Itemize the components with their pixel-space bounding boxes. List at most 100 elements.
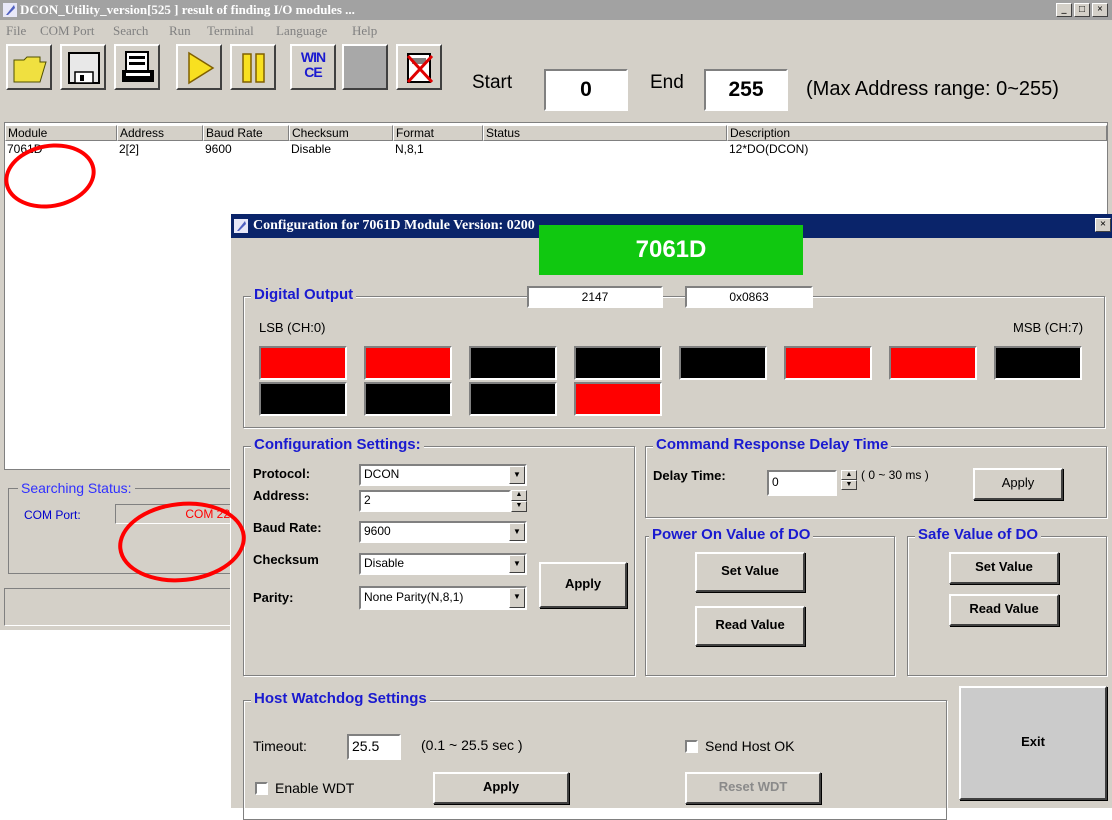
do-channel-10-toggle[interactable] [469,382,557,416]
menu-search[interactable]: Search [113,23,148,39]
protocol-select[interactable]: DCON ▼ [359,464,527,486]
spin-down-icon[interactable]: ▼ [511,501,527,512]
wince-button[interactable]: WIN CE [290,44,336,90]
baud-rate-value: 9600 [364,524,391,538]
floppy-disk-icon [68,52,100,84]
send-host-ok-checkbox[interactable] [685,740,698,753]
delay-time-input[interactable]: 0 [767,470,837,496]
dialog-close-icon[interactable]: × [1095,218,1111,232]
do-channel-4-toggle[interactable] [679,346,767,380]
safe-read-value-button[interactable]: Read Value [949,594,1059,626]
do-channel-1-toggle[interactable] [364,346,452,380]
enable-wdt-checkbox[interactable] [255,782,268,795]
chevron-down-icon[interactable]: ▼ [509,523,525,541]
save-button[interactable] [60,44,106,90]
disabled-tool-button[interactable] [342,44,388,90]
parity-select[interactable]: None Parity(N,8,1) ▼ [359,586,527,610]
col-header-module[interactable]: Module [5,125,117,141]
toolbar: WIN CE Start 0 End 255 (Max Address rang… [0,40,1112,118]
do-channel-9-toggle[interactable] [364,382,452,416]
spin-down-icon[interactable]: ▼ [841,480,857,490]
maximize-icon[interactable]: □ [1074,3,1090,17]
menu-help[interactable]: Help [352,23,377,39]
menu-language[interactable]: Language [276,23,327,39]
start-address-input[interactable]: 0 [544,69,628,111]
end-label: End [650,72,684,93]
delay-time-title: Command Response Delay Time [653,436,892,453]
dialog-title-text: Configuration for 7061D Module Version: … [253,218,535,233]
close-icon[interactable]: × [1092,3,1108,17]
delay-time-spinner[interactable]: ▲ ▼ [841,470,857,490]
config-apply-button[interactable]: Apply [539,562,627,608]
menu-run[interactable]: Run [169,23,191,39]
msb-label: MSB (CH:7) [1013,320,1084,335]
run-button[interactable] [176,44,222,90]
address-input[interactable]: 2 [359,490,511,512]
minimize-icon[interactable]: _ [1056,3,1072,17]
address-range-note: (Max Address range: 0~255) [806,78,1059,100]
safe-value-title: Safe Value of DO [915,526,1042,543]
open-button[interactable] [6,44,52,90]
do-channel-7-toggle[interactable] [994,346,1082,380]
checksum-select[interactable]: Disable ▼ [359,553,527,575]
col-header-status[interactable]: Status [483,125,727,141]
send-host-ok-label: Send Host OK [705,738,795,754]
do-channel-2-toggle[interactable] [469,346,557,380]
parity-value: None Parity(N,8,1) [364,590,464,604]
spin-up-icon[interactable]: ▲ [511,490,527,501]
spin-up-icon[interactable]: ▲ [841,470,857,480]
digital-output-title: Digital Output [251,286,357,303]
do-channel-0-toggle[interactable] [259,346,347,380]
col-header-description[interactable]: Description [727,125,1107,141]
do-decimal-value[interactable]: 2147 [527,286,663,308]
cell-address: 2[2] [119,142,140,156]
chevron-down-icon[interactable]: ▼ [509,466,525,484]
delay-time-range: ( 0 ~ 30 ms ) [861,468,929,482]
do-hex-value[interactable]: 0x0863 [685,286,813,308]
parity-label: Parity: [253,590,294,605]
timeout-input[interactable]: 25.5 [347,734,401,760]
do-channel-11-toggle[interactable] [574,382,662,416]
timeout-range: (0.1 ~ 25.5 sec ) [421,737,523,753]
power-on-set-value-button[interactable]: Set Value [695,552,805,592]
chevron-down-icon[interactable]: ▼ [509,555,525,573]
com-port-label: COM Port: [24,508,81,522]
cell-baud-rate: 9600 [205,142,232,156]
terminal-button[interactable] [114,44,160,90]
main-title-bar[interactable]: DCON_Utility_version[525 ] result of fin… [0,0,1112,20]
wince-icon-text: WIN CE [300,49,326,80]
chevron-down-icon[interactable]: ▼ [509,588,525,608]
pause-button[interactable] [230,44,276,90]
delay-time-label: Delay Time: [653,468,726,483]
col-header-checksum[interactable]: Checksum [289,125,393,141]
menu-file[interactable]: File [6,23,26,39]
power-on-read-value-button[interactable]: Read Value [695,606,805,646]
delay-apply-button[interactable]: Apply [973,468,1063,500]
main-title-text: DCON_Utility_version[525 ] result of fin… [20,2,355,17]
do-channel-3-toggle[interactable] [574,346,662,380]
baud-rate-select[interactable]: 9600 ▼ [359,521,527,543]
reset-wdt-button[interactable]: Reset WDT [685,772,821,804]
col-header-format[interactable]: Format [393,125,483,141]
dialog-feather-icon [234,219,248,233]
safe-set-value-button[interactable]: Set Value [949,552,1059,584]
lsb-label: LSB (CH:0) [259,320,326,335]
col-header-address[interactable]: Address [117,125,203,141]
stop-search-button[interactable] [396,44,442,90]
enable-wdt-label: Enable WDT [275,780,355,796]
cell-checksum: Disable [291,142,332,156]
timeout-label: Timeout: [253,738,307,754]
configuration-dialog: Configuration for 7061D Module Version: … [230,214,1112,820]
do-channel-5-toggle[interactable] [784,346,872,380]
col-header-baud-rate[interactable]: Baud Rate [203,125,289,141]
address-spinner[interactable]: ▲ ▼ [511,490,527,512]
exit-button[interactable]: Exit [959,686,1107,800]
menu-com-port[interactable]: COM Port [40,23,95,39]
end-address-input[interactable]: 255 [704,69,788,111]
host-watchdog-title: Host Watchdog Settings [251,690,430,707]
protocol-label: Protocol: [253,466,311,481]
do-channel-6-toggle[interactable] [889,346,977,380]
watchdog-apply-button[interactable]: Apply [433,772,569,804]
do-channel-8-toggle[interactable] [259,382,347,416]
menu-terminal[interactable]: Terminal [207,23,254,39]
